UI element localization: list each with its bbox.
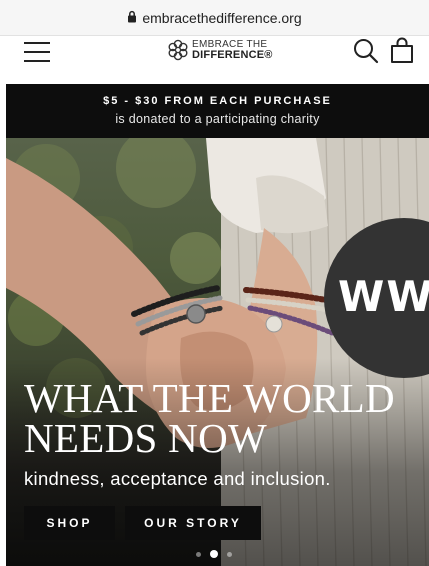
our-story-button[interactable]: OUR STORY — [125, 506, 261, 540]
site-header: EMBRACE THE DIFFERENCE® — [0, 36, 429, 82]
shopping-bag-icon[interactable] — [389, 36, 415, 64]
slide-indicator — [196, 550, 232, 558]
hamburger-menu-icon[interactable] — [24, 42, 50, 62]
donation-promo-banner: $5 - $30 FROM EACH PURCHASE is donated t… — [6, 84, 429, 138]
promo-subtext: is donated to a participating charity — [115, 112, 320, 126]
site-logo[interactable]: EMBRACE THE DIFFERENCE® — [167, 39, 273, 61]
shop-button[interactable]: SHOP — [24, 506, 115, 540]
headline-line2: NEEDS NOW — [24, 415, 267, 461]
browser-url-bar[interactable]: embracethedifference.org — [0, 0, 429, 36]
promo-headline: $5 - $30 FROM EACH PURCHASE — [103, 95, 332, 107]
hero-slideshow[interactable]: WWV WHAT THE WORLD NEEDS NOW kindness, a… — [6, 138, 429, 566]
logo-line2: DIFFERENCE® — [192, 49, 273, 61]
slide-dot-3[interactable] — [227, 551, 232, 557]
headline-line1: WHAT THE WORLD — [24, 375, 395, 421]
badge-text: WWV — [338, 272, 429, 321]
lock-icon — [128, 10, 137, 23]
flower-logo-icon — [168, 39, 188, 61]
hero-subline: kindness, acceptance and inclusion. — [24, 468, 331, 489]
slide-dot-1[interactable] — [196, 551, 201, 557]
slide-dot-2[interactable] — [210, 550, 218, 558]
hero-headline: WHAT THE WORLD NEEDS NOW — [24, 375, 429, 461]
url-text: embracethedifference.org — [142, 9, 302, 26]
search-icon[interactable] — [353, 38, 379, 64]
